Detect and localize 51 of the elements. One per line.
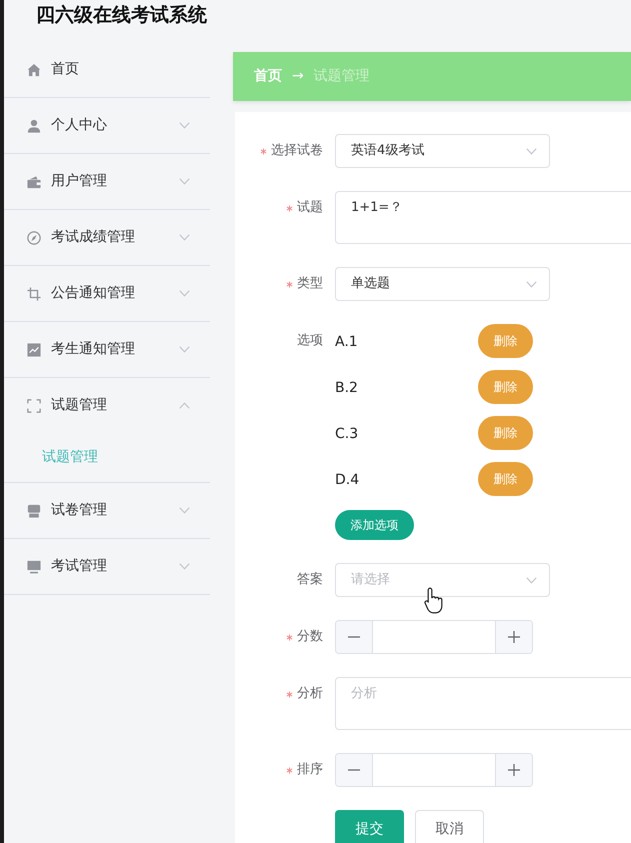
form-label: 分数 — [297, 628, 323, 646]
option-text: D.4 — [335, 472, 360, 488]
wallet-icon — [27, 174, 41, 188]
form-label: 选择试卷 — [271, 142, 323, 160]
breadcrumb-separator: → — [292, 67, 304, 86]
printer-icon — [27, 504, 41, 518]
sidebar-menu-item[interactable]: 用户管理 — [4, 154, 210, 209]
sidebar-menu-item[interactable]: 考生通知管理 — [4, 322, 210, 377]
sidebar-menu-item[interactable]: 考试成绩管理 — [4, 210, 210, 265]
number-input[interactable] — [335, 620, 533, 654]
form-label: 排序 — [297, 761, 323, 780]
sidebar-menu-item[interactable]: 考试管理 — [4, 539, 210, 594]
sidebar-menu-item[interactable]: 首页 — [4, 42, 210, 97]
decrease-button[interactable] — [336, 621, 373, 653]
increase-button[interactable] — [495, 754, 532, 786]
select-field[interactable]: 英语4级考试 — [335, 134, 550, 168]
form-label: 答案 — [297, 571, 323, 590]
chevron-down-icon — [526, 280, 537, 288]
crop-icon — [27, 286, 41, 300]
app-title: 四六级在线考试系统 — [36, 4, 207, 26]
option-text: B.2 — [335, 380, 358, 396]
chevron-down-icon — [526, 148, 537, 154]
form-label: 类型 — [297, 275, 323, 294]
plus-icon — [508, 764, 520, 776]
decrease-button[interactable] — [336, 754, 373, 786]
hand-cursor-icon — [424, 587, 444, 614]
minus-icon — [348, 769, 360, 771]
compass-icon — [27, 230, 41, 244]
select-field[interactable]: 单选题 — [335, 267, 550, 301]
number-input[interactable] — [335, 753, 533, 787]
option-text: C.3 — [335, 426, 358, 442]
form-label: 试题 — [297, 199, 323, 218]
sidebar-menu-item[interactable]: 试题管理 — [4, 378, 210, 433]
minus-icon — [348, 636, 360, 638]
chevron-down-icon — [526, 576, 537, 584]
form-label: 分析 — [297, 685, 323, 704]
breadcrumb-current: 试题管理 — [314, 67, 370, 86]
home-icon — [27, 62, 41, 76]
option-text: A.1 — [335, 334, 358, 350]
plus-icon — [508, 631, 520, 643]
monitor-icon — [27, 560, 41, 574]
user-icon — [27, 118, 41, 132]
increase-button[interactable] — [495, 621, 532, 653]
sidebar-menu-item[interactable]: 公告通知管理 — [4, 266, 210, 321]
form-label: 选项 — [297, 332, 323, 350]
textarea-field[interactable]: 1+1=？ — [335, 191, 631, 244]
line-chart-icon — [27, 342, 41, 356]
fullscreen-icon — [27, 398, 41, 412]
sidebar-menu-item[interactable]: 试卷管理 — [4, 483, 210, 538]
sidebar-menu-item[interactable]: 个人中心 — [4, 98, 210, 153]
cancel-button[interactable]: 取消 — [415, 810, 484, 843]
